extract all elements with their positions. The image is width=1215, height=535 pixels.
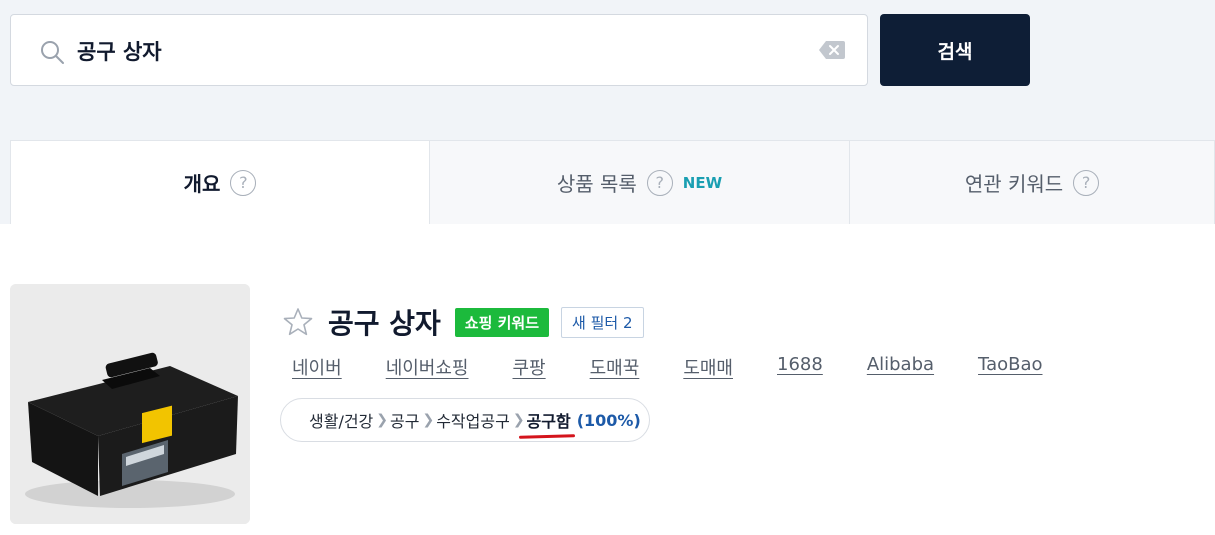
chevron-right-icon: ❯ (422, 412, 435, 428)
category-level-1: 생활/건강 (309, 412, 374, 431)
category-level-2: 공구 (390, 412, 420, 431)
market-link-domeme[interactable]: 도매매 (683, 354, 733, 380)
help-icon[interactable]: ? (230, 169, 257, 196)
category-breadcrumb: 생활/건강 ❯ 공구 ❯ 수작업공구 ❯ 공구함 (100%) (280, 398, 650, 442)
new-filter-badge[interactable]: 새 필터 2 (561, 306, 644, 338)
clear-input-icon[interactable] (819, 40, 845, 60)
market-link-coupang[interactable]: 쿠팡 (513, 354, 546, 380)
tab-bar: 개요 ? 상품 목록 ? NEW 연관 키워드 ? (10, 140, 1215, 224)
search-button[interactable]: 검색 (880, 14, 1030, 86)
chevron-right-icon: ❯ (376, 412, 389, 428)
tab-overview[interactable]: 개요 ? (10, 140, 430, 224)
category-final: 공구함 (527, 408, 571, 432)
search-box[interactable] (10, 14, 868, 86)
shopping-keyword-badge: 쇼핑 키워드 (454, 307, 550, 337)
market-link-domeggook[interactable]: 도매꾹 (590, 354, 640, 380)
market-link-taobao[interactable]: TaoBao (978, 354, 1042, 380)
overview-panel: 공구 상자 쇼핑 키워드 새 필터 2 네이버 네이버쇼핑 쿠팡 도매꾹 도매매… (0, 224, 1215, 535)
search-input[interactable] (77, 33, 777, 69)
product-title-row: 공구 상자 쇼핑 키워드 새 필터 2 (282, 304, 644, 340)
tab-label: 연관 키워드 (964, 172, 1064, 196)
tab-product-list[interactable]: 상품 목록 ? NEW (430, 140, 850, 224)
tab-label: 상품 목록 (556, 172, 637, 196)
market-link-naver-shopping[interactable]: 네이버쇼핑 (386, 354, 469, 380)
market-link-naver[interactable]: 네이버 (292, 354, 342, 380)
category-match-percent: (100%) (576, 410, 641, 430)
product-image (10, 284, 250, 524)
tab-label: 개요 (183, 172, 221, 196)
market-link-alibaba[interactable]: Alibaba (867, 354, 934, 380)
search-icon (41, 41, 64, 64)
search-bar: 검색 (10, 14, 1030, 86)
chevron-right-icon: ❯ (512, 412, 525, 428)
tab-related-keywords[interactable]: 연관 키워드 ? (850, 140, 1215, 224)
market-link-1688[interactable]: 1688 (777, 354, 823, 380)
toolbox-image (10, 284, 250, 524)
star-outline-icon[interactable] (282, 306, 314, 338)
help-icon[interactable]: ? (1073, 169, 1100, 196)
help-icon[interactable]: ? (646, 169, 673, 196)
new-badge: NEW (682, 173, 723, 192)
market-links: 네이버 네이버쇼핑 쿠팡 도매꾹 도매매 1688 Alibaba TaoBao (292, 354, 1087, 380)
product-title: 공구 상자 (328, 307, 441, 340)
category-level-3: 수작업공구 (436, 412, 510, 431)
